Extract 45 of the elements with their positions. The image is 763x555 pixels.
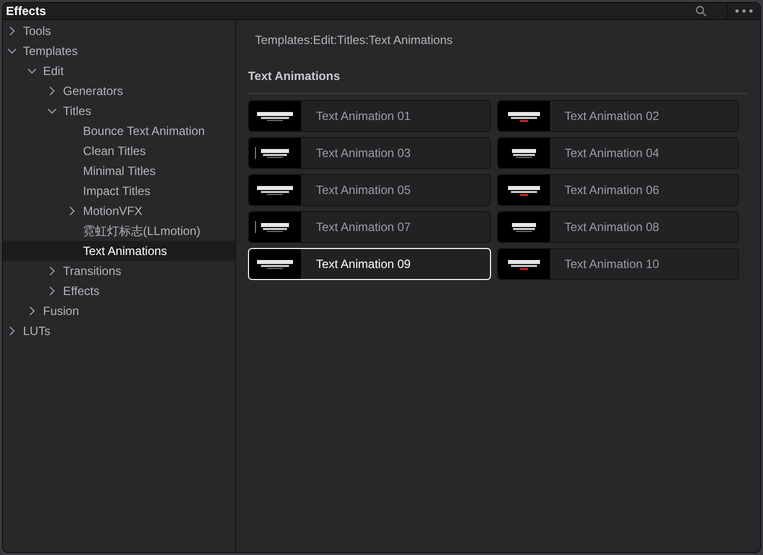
tree-item[interactable]: Transitions [3, 261, 235, 281]
tree-item[interactable]: Text Animations [3, 241, 235, 261]
tree-item[interactable]: LUTs [3, 321, 235, 341]
section-title: Text Animations [248, 69, 340, 83]
card-label: Text Animation 01 [315, 108, 411, 125]
card-label: Text Animation 10 [564, 256, 660, 273]
card-label: Text Animation 02 [564, 108, 660, 125]
template-card[interactable]: Text Animation 01 [248, 100, 490, 132]
template-card[interactable]: Text Animation 02 [496, 100, 739, 132]
chevron-down-icon[interactable] [47, 106, 57, 116]
template-card[interactable]: Text Animation 06 [496, 174, 739, 206]
template-card[interactable]: Text Animation 03 [248, 137, 490, 169]
tree-item[interactable]: Impact Titles [3, 181, 235, 201]
tree-item[interactable]: Minimal Titles [3, 161, 235, 181]
search-icon[interactable] [695, 5, 707, 17]
window-title: Effects [5, 3, 46, 20]
template-card[interactable]: Text Animation 10 [496, 248, 739, 280]
tree-item[interactable]: 霓虹灯标志(LLmotion) [3, 221, 235, 241]
chevron-right-icon[interactable] [47, 86, 57, 96]
card-label: Text Animation 09 [315, 256, 411, 273]
tree-item[interactable]: MotionVFX [3, 201, 235, 221]
tree-item[interactable]: Clean Titles [3, 141, 235, 161]
card-label: Text Animation 04 [564, 145, 660, 162]
card-label: Text Animation 07 [315, 219, 411, 236]
template-card[interactable]: Text Animation 08 [496, 211, 739, 243]
template-card[interactable]: Text Animation 05 [248, 174, 490, 206]
template-card[interactable]: Text Animation 09 [248, 248, 490, 280]
card-label: Text Animation 03 [315, 145, 411, 162]
tree-item[interactable]: Bounce Text Animation [3, 121, 235, 141]
tree-item[interactable]: Templates [3, 41, 235, 61]
template-card[interactable]: Text Animation 04 [496, 137, 739, 169]
template-card[interactable]: Text Animation 07 [248, 211, 490, 243]
card-label: Text Animation 08 [564, 219, 660, 236]
chevron-right-icon[interactable] [67, 206, 77, 216]
tree-item[interactable]: Edit [3, 61, 235, 81]
chevron-right-icon[interactable] [7, 26, 17, 36]
more-icon[interactable] [735, 9, 753, 13]
tree-item[interactable]: Titles [3, 101, 235, 121]
breadcrumb: Templates:Edit:Titles:Text Animations [254, 32, 453, 49]
tree-item[interactable]: Fusion [3, 301, 235, 321]
card-label: Text Animation 05 [315, 182, 411, 199]
card-label: Text Animation 06 [564, 182, 660, 199]
tree-item[interactable]: Tools [3, 21, 235, 41]
tree-item[interactable]: Effects [3, 281, 235, 301]
tree-item[interactable]: Generators [3, 81, 235, 101]
